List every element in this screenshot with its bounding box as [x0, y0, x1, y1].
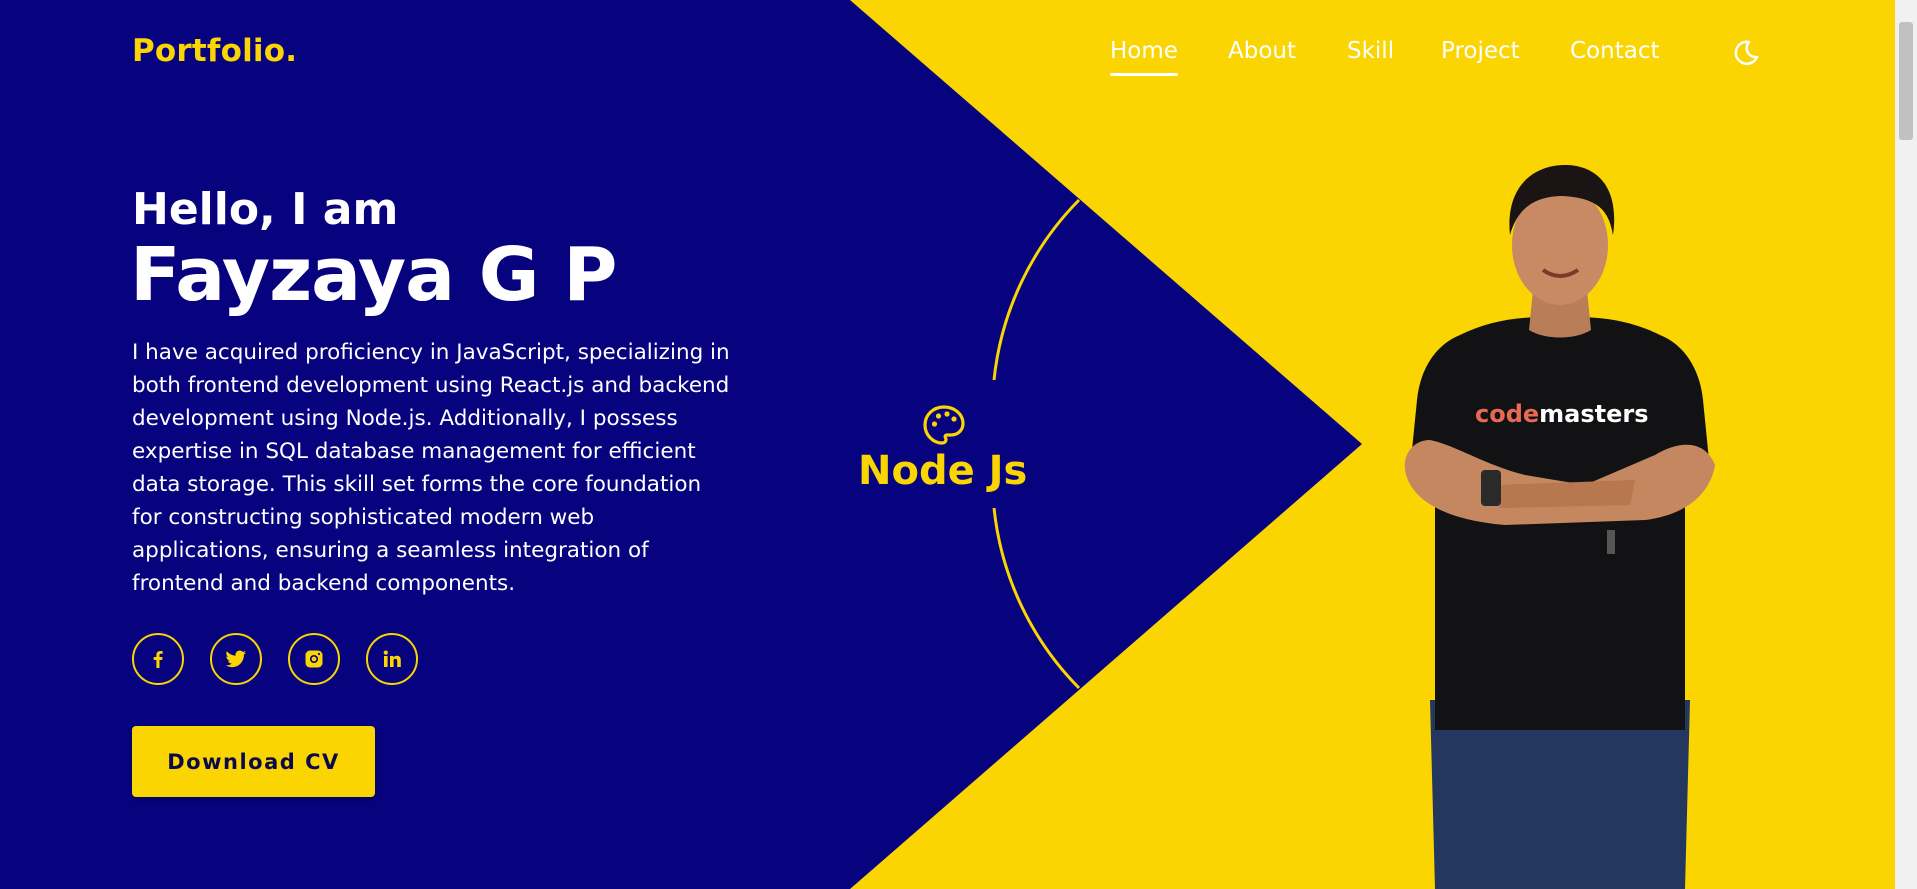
facebook-link[interactable] [132, 633, 184, 685]
shirt-print-highlight: code [1475, 400, 1540, 428]
shirt-print-rest: masters [1539, 400, 1649, 428]
nav-project[interactable]: Project [1441, 38, 1520, 64]
facebook-icon [153, 651, 163, 668]
nav-contact[interactable]: Contact [1570, 38, 1659, 64]
site-logo[interactable]: Portfolio. [132, 33, 297, 69]
linkedin-icon [383, 650, 401, 667]
palette-icon [923, 405, 965, 445]
twitter-icon [225, 650, 246, 668]
nav-about[interactable]: About [1228, 38, 1296, 64]
twitter-link[interactable] [210, 633, 262, 685]
skill-badge-label: Node Js [858, 448, 1028, 494]
shirt-print: codemasters [1475, 400, 1649, 428]
page-scrollbar[interactable] [1895, 0, 1917, 889]
instagram-link[interactable] [288, 633, 340, 685]
nav-skill[interactable]: Skill [1347, 38, 1394, 64]
nav-home[interactable]: Home [1110, 38, 1178, 76]
moon-icon[interactable] [1730, 38, 1760, 68]
linkedin-link[interactable] [366, 633, 418, 685]
scrollbar-thumb[interactable] [1899, 22, 1913, 140]
profile-photo [1404, 165, 1715, 889]
portfolio-page: Portfolio. Home About Skill Project Cont… [0, 0, 1895, 889]
hero-description: I have acquired proficiency in JavaScrip… [132, 340, 730, 596]
hero-greeting: Hello, I am [132, 184, 399, 235]
hero-name: Fayzaya G P [130, 232, 618, 318]
instagram-icon [305, 650, 323, 668]
download-cv-button[interactable]: Download CV [132, 726, 375, 797]
